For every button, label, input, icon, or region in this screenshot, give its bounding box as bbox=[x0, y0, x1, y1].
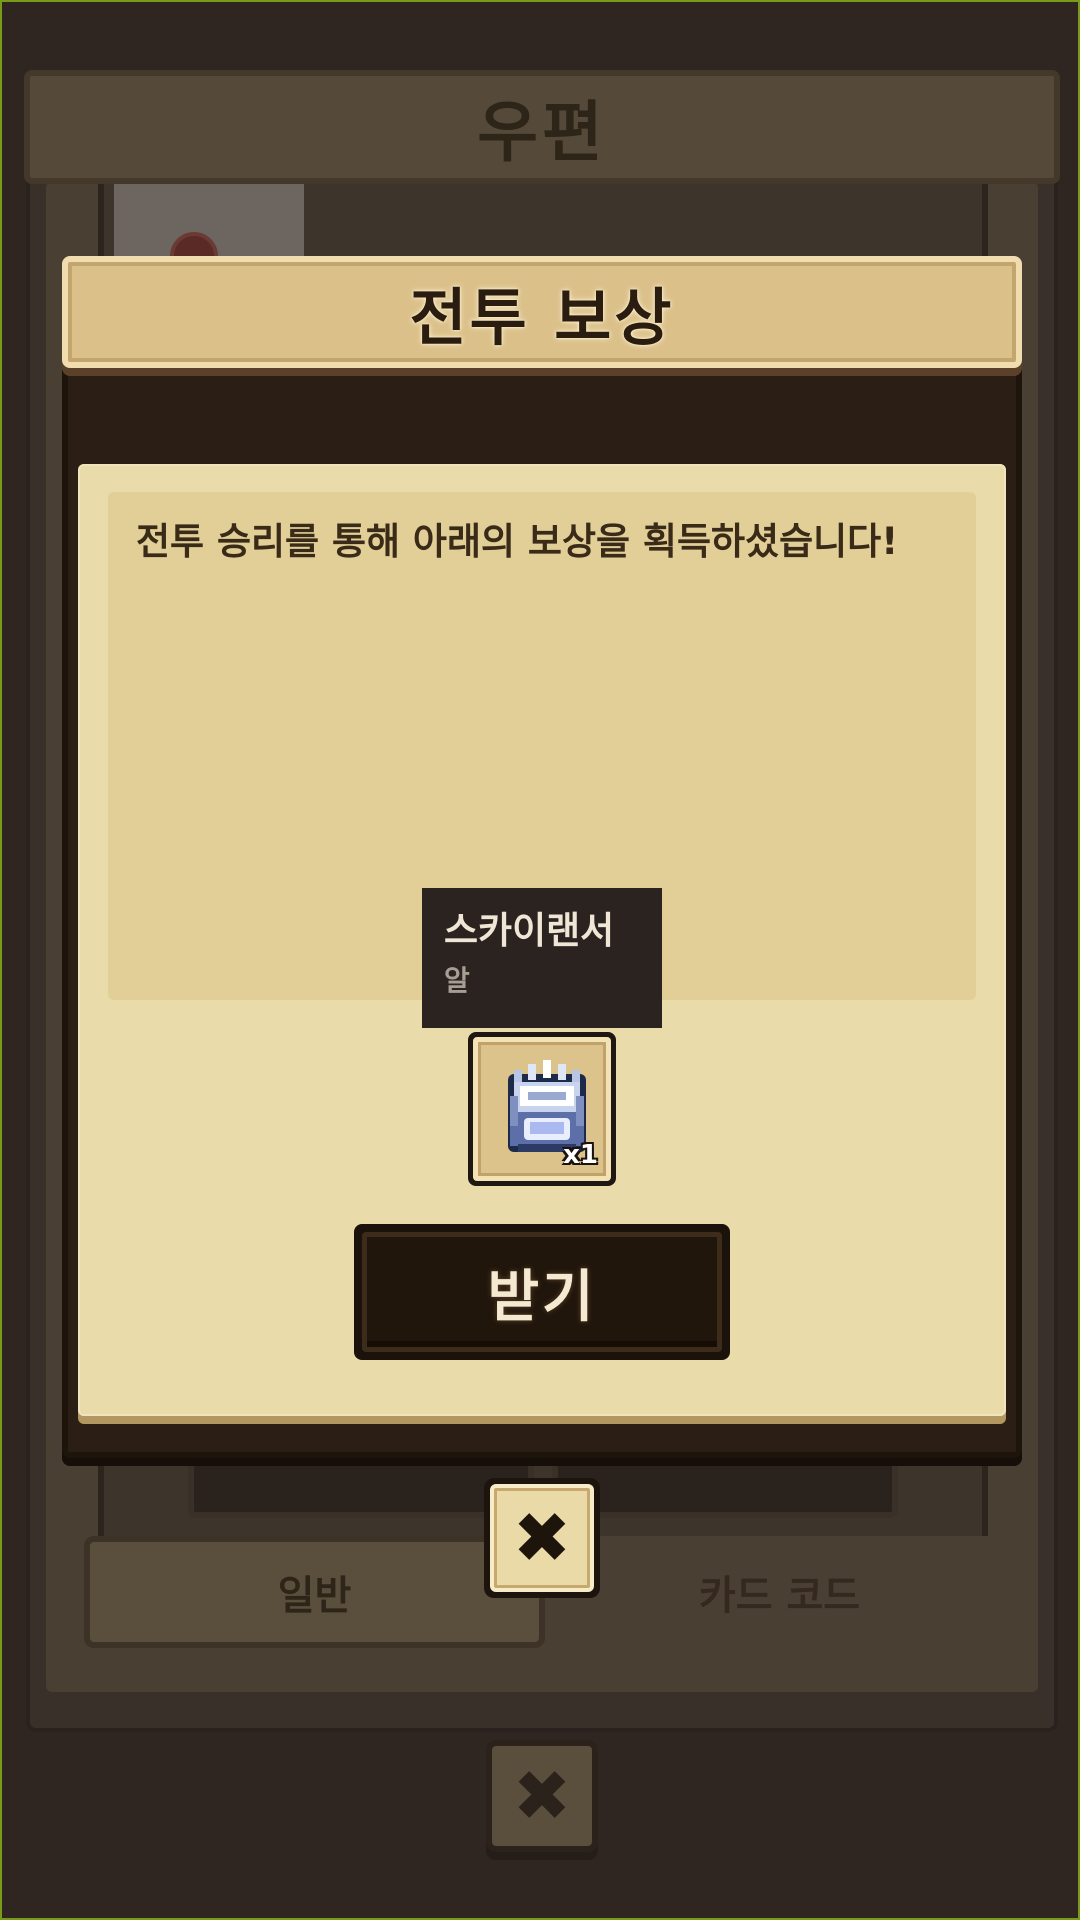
reward-dialog-title: 전투 보상 bbox=[409, 281, 675, 354]
mail-window-header: 우편 bbox=[24, 70, 1060, 184]
reward-tooltip: 스카이랜서 알 bbox=[422, 888, 662, 1028]
reward-item-name: 스카이랜서 bbox=[444, 909, 615, 952]
reward-item-count: x1 bbox=[563, 1140, 598, 1170]
reward-message: 전투 승리를 통해 아래의 보상을 획득하셨습니다! bbox=[136, 520, 899, 563]
reward-close-button[interactable]: ✖ bbox=[484, 1478, 600, 1598]
close-icon: ✖ bbox=[512, 1755, 572, 1837]
reward-item-type: 알 bbox=[444, 964, 470, 997]
mail-window-title: 우편 bbox=[477, 94, 607, 171]
tab-general[interactable]: 일반 bbox=[84, 1536, 545, 1648]
receive-button-face: 받기 bbox=[362, 1232, 722, 1352]
receive-button-label: 받기 bbox=[487, 1264, 597, 1330]
tab-card-code[interactable]: 카드 코드 bbox=[555, 1536, 1004, 1648]
tab-general-label: 일반 bbox=[277, 1573, 352, 1619]
mail-close-button[interactable]: ✖ bbox=[486, 1740, 598, 1852]
close-icon: ✖ bbox=[512, 1497, 572, 1579]
reward-dialog-header: 전투 보상 bbox=[62, 256, 1022, 368]
reward-item-slot[interactable]: x1 bbox=[468, 1032, 616, 1186]
reward-close-face: ✖ bbox=[490, 1484, 594, 1592]
tab-card-code-label: 카드 코드 bbox=[698, 1573, 861, 1619]
reward-item-frame: x1 bbox=[473, 1037, 611, 1181]
receive-button[interactable]: 받기 bbox=[354, 1224, 730, 1360]
